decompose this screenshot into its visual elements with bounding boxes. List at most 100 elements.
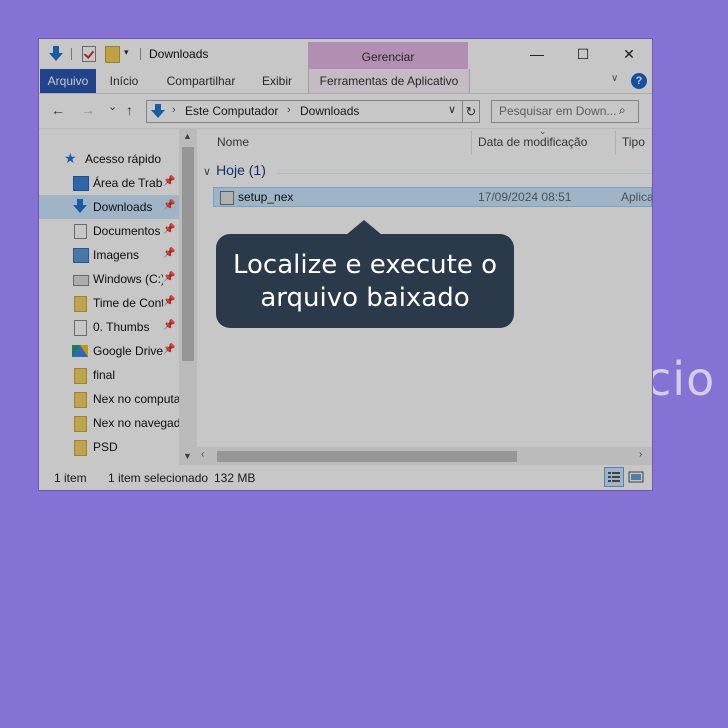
sidebar-item-google-drive[interactable]: Google Drive 📌 bbox=[39, 339, 179, 363]
download-icon bbox=[73, 199, 87, 213]
scroll-down-arrow-icon[interactable]: ▼ bbox=[183, 451, 192, 461]
close-button[interactable]: ✕ bbox=[606, 39, 652, 69]
folder-icon bbox=[74, 440, 87, 456]
column-header-tipo[interactable]: Tipo bbox=[622, 135, 645, 149]
sidebar-item-label: Downloads bbox=[93, 200, 153, 214]
new-folder-icon[interactable] bbox=[105, 46, 120, 63]
sidebar-item-label: Nex no navegad bbox=[93, 416, 179, 430]
file-row[interactable]: setup_nex 17/09/2024 08:51 Aplica bbox=[213, 187, 652, 207]
tab-arquivo[interactable]: Arquivo bbox=[40, 69, 96, 93]
sidebar-item-label: Documentos bbox=[93, 224, 161, 238]
minimize-button[interactable]: — bbox=[514, 39, 560, 69]
folder-icon bbox=[74, 416, 87, 432]
quick-access-separator bbox=[140, 48, 141, 60]
sidebar-item-final[interactable]: final bbox=[39, 363, 179, 387]
quick-access-separator bbox=[71, 48, 72, 60]
sidebar-item-time-de-conteudo[interactable]: Time de Cont 📌 bbox=[39, 291, 179, 315]
search-input[interactable]: Pesquisar em Down... ⌕ bbox=[491, 100, 639, 123]
breadcrumb-separator: › bbox=[172, 104, 176, 116]
sidebar-item-documentos[interactable]: Documentos 📌 bbox=[39, 219, 179, 243]
sidebar-item-imagens[interactable]: Imagens 📌 bbox=[39, 243, 179, 267]
sidebar-item-label: Google Drive bbox=[93, 344, 164, 358]
manage-context-tab[interactable]: Gerenciar bbox=[308, 42, 468, 69]
tab-compartilhar[interactable]: Compartilhar bbox=[161, 69, 241, 93]
sidebar-item-nex-no-navegador[interactable]: Nex no navegad bbox=[39, 411, 179, 435]
sidebar-item-acesso-rapido[interactable]: ★ Acesso rápido bbox=[39, 147, 179, 171]
sidebar-item-windows-c[interactable]: Windows (C:) 📌 bbox=[39, 267, 179, 291]
search-icon[interactable]: ⌕ bbox=[619, 103, 626, 118]
group-chevron-icon[interactable]: ∨ bbox=[203, 166, 211, 178]
breadcrumb-downloads[interactable]: Downloads bbox=[300, 104, 359, 118]
file-date: 17/09/2024 08:51 bbox=[478, 190, 572, 204]
back-button[interactable]: ← bbox=[51, 102, 65, 118]
tab-exibir[interactable]: Exibir bbox=[257, 69, 297, 93]
customize-toolbar-dropdown[interactable]: ▾ bbox=[124, 47, 129, 58]
download-arrow-icon bbox=[49, 46, 63, 61]
pin-icon[interactable]: 📌 bbox=[163, 248, 175, 259]
breadcrumb-este-computador[interactable]: Este Computador bbox=[185, 104, 278, 118]
sidebar-scrollbar[interactable]: ▲ ▼ bbox=[179, 129, 197, 465]
pin-icon[interactable]: 📌 bbox=[163, 296, 175, 307]
instruction-tooltip: Localize e execute o arquivo baixado bbox=[216, 234, 514, 328]
sidebar-item-thumbs[interactable]: 0. Thumbs 📌 bbox=[39, 315, 179, 339]
downloads-location-icon bbox=[151, 104, 165, 118]
pin-icon[interactable]: 📌 bbox=[163, 320, 175, 331]
column-divider[interactable] bbox=[615, 131, 616, 155]
drive-icon bbox=[73, 275, 89, 286]
address-bar[interactable]: › Este Computador › Downloads ∨ bbox=[146, 100, 463, 123]
tab-ferramentas-de-aplicativo[interactable]: Ferramentas de Aplicativo bbox=[308, 69, 470, 93]
pin-icon[interactable]: 📌 bbox=[163, 200, 175, 211]
forward-button[interactable]: → bbox=[81, 102, 95, 118]
background-text: cio bbox=[646, 352, 716, 406]
column-divider[interactable] bbox=[471, 131, 472, 155]
help-icon[interactable]: ? bbox=[631, 73, 647, 89]
sidebar-item-label: 0. Thumbs bbox=[93, 320, 150, 334]
expand-ribbon-chevron-icon[interactable]: ∨ bbox=[611, 73, 618, 84]
sidebar-item-label: Imagens bbox=[93, 248, 140, 262]
selection-count: 1 item selecionado bbox=[108, 471, 209, 485]
folder-icon bbox=[74, 296, 87, 312]
column-header-nome[interactable]: Nome bbox=[217, 135, 249, 149]
star-icon: ★ bbox=[64, 150, 77, 166]
group-header[interactable]: ∨ Hoje (1) bbox=[203, 162, 266, 178]
maximize-button[interactable]: ☐ bbox=[560, 39, 606, 69]
navigation-bar: ← → ⌄ ↑ › Este Computador › Downloads ∨ … bbox=[39, 94, 652, 128]
navigation-pane: ★ Acesso rápido Área de Traba 📌 Download… bbox=[39, 129, 197, 465]
horizontal-scrollbar[interactable]: ‹ › bbox=[197, 447, 652, 465]
ribbon-tabs: Arquivo Início Compartilhar Exibir Ferra… bbox=[39, 69, 652, 94]
sidebar-scroll-thumb[interactable] bbox=[182, 147, 194, 361]
scroll-right-arrow-icon[interactable]: › bbox=[639, 449, 642, 460]
sidebar-item-downloads[interactable]: Downloads 📌 bbox=[39, 195, 179, 219]
tab-inicio[interactable]: Início bbox=[102, 69, 146, 93]
sidebar-item-label: Área de Traba bbox=[93, 176, 163, 190]
google-drive-icon bbox=[72, 345, 88, 357]
column-header-data-de-modificacao[interactable]: Data de modificação bbox=[478, 135, 587, 149]
details-view-icon[interactable] bbox=[604, 467, 624, 487]
documents-icon bbox=[74, 224, 87, 239]
pin-icon[interactable]: 📌 bbox=[163, 272, 175, 283]
scroll-up-arrow-icon[interactable]: ▲ bbox=[183, 131, 192, 141]
selection-size: 132 MB bbox=[214, 471, 256, 485]
scroll-left-arrow-icon[interactable]: ‹ bbox=[201, 449, 204, 460]
address-dropdown-icon[interactable]: ∨ bbox=[448, 103, 456, 116]
pin-icon[interactable]: 📌 bbox=[163, 176, 175, 187]
window-title: Downloads bbox=[149, 47, 209, 61]
refresh-button[interactable]: ↻ bbox=[462, 100, 480, 123]
horizontal-scroll-thumb[interactable] bbox=[217, 451, 517, 462]
breadcrumb-separator: › bbox=[287, 104, 291, 116]
sidebar-item-psd[interactable]: PSD bbox=[39, 435, 179, 459]
up-button[interactable]: ↑ bbox=[126, 102, 133, 118]
pictures-icon bbox=[73, 248, 89, 263]
recent-locations-dropdown[interactable]: ⌄ bbox=[108, 100, 117, 113]
pin-icon[interactable]: 📌 bbox=[163, 224, 175, 235]
sidebar-item-area-de-trabalho[interactable]: Área de Traba 📌 bbox=[39, 171, 179, 195]
pin-icon[interactable]: 📌 bbox=[163, 344, 175, 355]
large-icons-view-icon[interactable] bbox=[626, 467, 646, 487]
sidebar-item-nex-no-computador[interactable]: Nex no computa bbox=[39, 387, 179, 411]
file-type: Aplica bbox=[621, 190, 652, 204]
properties-icon[interactable] bbox=[82, 46, 96, 62]
sidebar-item-label: Acesso rápido bbox=[85, 152, 162, 166]
sidebar-item-label: Time de Cont bbox=[93, 296, 163, 310]
item-count: 1 item bbox=[54, 471, 87, 485]
file-name: setup_nex bbox=[238, 190, 294, 204]
